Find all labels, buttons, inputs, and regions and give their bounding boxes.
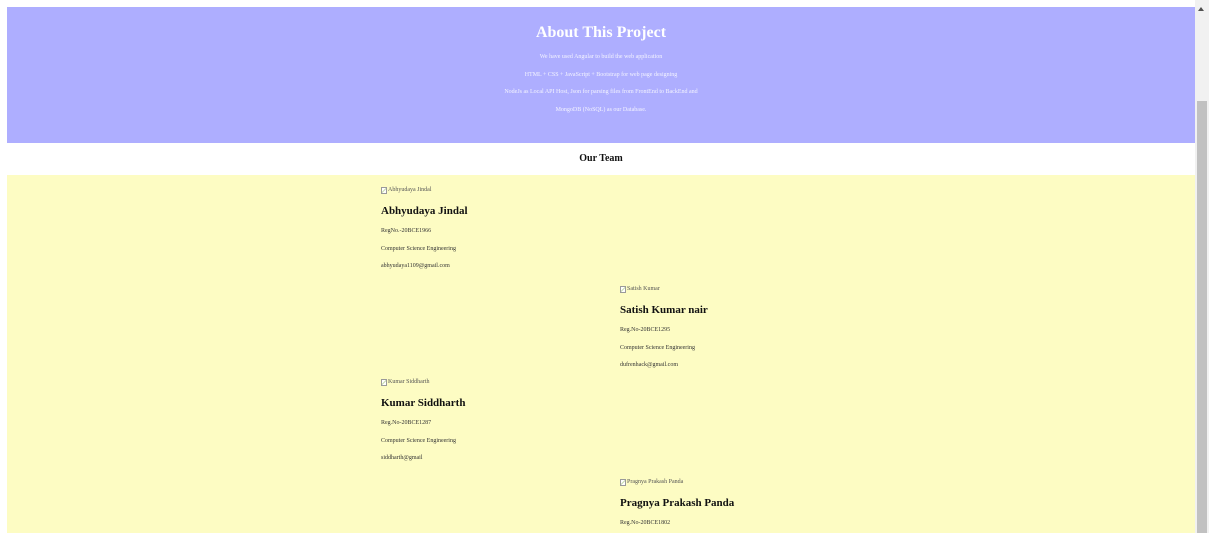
member-photo: Satish Kumar bbox=[620, 284, 840, 294]
broken-image-icon bbox=[620, 478, 626, 486]
about-line: MongoDB (NoSQL) as our Database. bbox=[555, 106, 647, 113]
member-photo-alt: Abhyudaya Jindal bbox=[388, 187, 432, 193]
about-line: NodeJs as Local API Host, Json for parsi… bbox=[504, 89, 698, 95]
page-content: About This Project We have used Angular … bbox=[7, 7, 1195, 533]
team-member-card: Pragnya Prakash Panda Pragnya Prakash Pa… bbox=[620, 477, 840, 533]
member-email: dufrenhack@gmail.com bbox=[620, 362, 679, 368]
about-lines: We have used Angular to build the web ap… bbox=[7, 49, 1195, 119]
about-line: We have used Angular to build the web ap… bbox=[539, 54, 663, 60]
member-reg: Reg.No-20BCE1802 bbox=[620, 520, 671, 526]
about-section: About This Project We have used Angular … bbox=[7, 7, 1195, 143]
member-reg: Reg.No-20BCE1287 bbox=[381, 420, 432, 426]
vertical-scrollbar[interactable] bbox=[1195, 0, 1209, 533]
team-member-card: Satish Kumar Satish Kumar nair Reg.No-20… bbox=[620, 284, 840, 375]
member-reg: Reg.No-20BCE1295 bbox=[620, 327, 671, 333]
team-heading: Our Team bbox=[7, 143, 1195, 175]
member-photo-alt: Pragnya Prakash Panda bbox=[627, 479, 684, 485]
member-photo-alt: Satish Kumar bbox=[627, 286, 660, 292]
member-email: abhyudaya1109@gmail.com bbox=[381, 263, 450, 269]
scroll-up-arrow-icon[interactable] bbox=[1198, 7, 1204, 11]
member-photo: Pragnya Prakash Panda bbox=[620, 477, 840, 487]
scrollbar-thumb[interactable] bbox=[1197, 101, 1207, 533]
team-section: Abhyudaya Jindal Abhyudaya Jindal RegNo.… bbox=[7, 175, 1195, 533]
member-photo: Kumar Siddharth bbox=[381, 377, 601, 387]
member-dept: Computer Science Engineering bbox=[381, 437, 456, 444]
team-member-card: Abhyudaya Jindal Abhyudaya Jindal RegNo.… bbox=[381, 185, 601, 276]
about-title: About This Project bbox=[535, 24, 667, 41]
broken-image-icon bbox=[381, 378, 387, 386]
broken-image-icon bbox=[381, 186, 387, 194]
member-name: Abhyudaya Jindal bbox=[381, 205, 468, 217]
member-dept: Computer Science Engineering bbox=[620, 344, 695, 351]
member-name: Pragnya Prakash Panda bbox=[620, 497, 735, 509]
about-line: HTML + CSS + JavaScript + Bootstrap for … bbox=[524, 71, 678, 78]
member-reg: RegNo.-20BCE1966 bbox=[381, 228, 432, 234]
team-member-card: Kumar Siddharth Kumar Siddharth Reg.No-2… bbox=[381, 377, 601, 468]
member-name: Satish Kumar nair bbox=[620, 304, 708, 316]
browser-viewport: About This Project We have used Angular … bbox=[0, 0, 1209, 533]
member-dept: Computer Science Engineering bbox=[381, 245, 456, 252]
member-name: Kumar Siddharth bbox=[381, 397, 466, 409]
member-photo-alt: Kumar Siddharth bbox=[388, 379, 430, 385]
broken-image-icon bbox=[620, 285, 626, 293]
member-email: siddharth@gmail bbox=[381, 455, 423, 461]
member-photo: Abhyudaya Jindal bbox=[381, 185, 601, 195]
